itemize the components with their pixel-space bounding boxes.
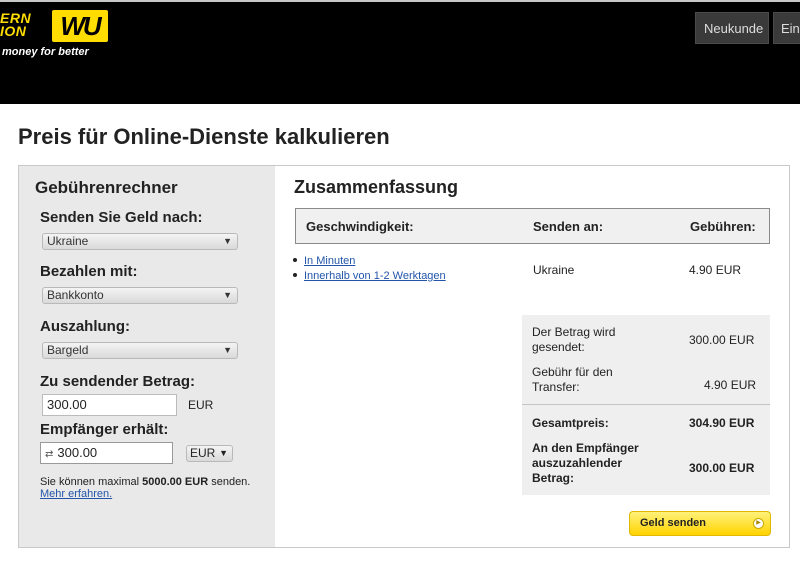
wu-logo-icon[interactable]: WU [52,10,108,42]
receiver-currency-select[interactable]: EUR ▼ [186,445,233,462]
speed-options: In Minuten Innerhalb von 1-2 Werktagen [293,255,446,285]
col-fees: Gebühren: [690,219,756,234]
summary-title: Zusammenfassung [294,177,459,197]
list-item: Innerhalb von 1-2 Werktagen [293,270,446,285]
transfer-fee-value: 4.90 EUR [704,378,757,392]
new-customer-button[interactable]: Neukunde [695,12,769,44]
divider [522,404,770,405]
payout-label: Auszahlung: [40,318,130,335]
chevron-down-icon: ▼ [219,448,228,458]
speed-option-link[interactable]: In Minuten [304,255,355,267]
receiver-label: Empfänger erhält: [40,421,169,438]
sent-amount-label: Der Betrag wird gesendet: [532,325,616,354]
cost-breakdown: Der Betrag wird gesendet: 300.00 EUR Geb… [522,315,770,495]
bullet-icon [293,258,297,263]
chevron-down-icon: ▼ [223,345,232,355]
header-top-line [0,0,800,2]
tagline: money for better [2,46,89,58]
chevron-down-icon: ▼ [223,236,232,246]
col-send-to: Senden an: [533,219,604,234]
destination-country: Ukraine [533,263,575,277]
chevron-down-icon: ▼ [223,290,232,300]
col-speed: Geschwindigkeit: [306,219,414,234]
send-to-select[interactable]: Ukraine ▼ [42,233,238,250]
page-title: Preis für Online-Dienste kalkulieren [18,124,390,149]
send-to-label: Senden Sie Geld nach: [40,209,203,226]
amount-currency: EUR [188,398,214,412]
calculator-title: Gebührenrechner [35,178,178,197]
learn-more-link[interactable]: Mehr erfahren. [40,488,112,500]
payout-amount-value: 300.00 EUR [689,461,755,475]
amount-label: Zu sendender Betrag: [40,373,196,390]
send-money-button[interactable]: Geld senden ▶ [629,511,771,536]
total-value: 304.90 EUR [689,416,755,430]
summary-header-row: Geschwindigkeit: Senden an: Gebühren: [295,208,770,244]
payout-amount-label: An den Empfänger auszuzahlender Betrag: [532,441,639,485]
receiver-amount-input[interactable]: ⇄ 300.00 [40,442,173,464]
fee-calculator: Gebührenrechner Senden Sie Geld nach: Uk… [19,166,275,547]
list-item: In Minuten [293,255,446,270]
limit-note: Sie können maximal 5000.00 EUR senden. M… [40,476,251,500]
transfer-fee-label: Gebühr für den Transfer: [532,365,613,394]
pay-with-select[interactable]: Bankkonto ▼ [42,287,238,304]
calculator-panel: Gebührenrechner Senden Sie Geld nach: Uk… [18,165,790,548]
speed-option-link[interactable]: Innerhalb von 1-2 Werktagen [304,270,446,282]
sent-amount-value: 300.00 EUR [689,333,755,347]
arrow-right-icon: ▶ [753,518,764,529]
bullet-icon [293,273,297,278]
fee-value: 4.90 EUR [689,263,742,277]
site-header: ERN ION WU money for better Neukunde Ein [0,0,800,104]
swap-icon: ⇄ [45,449,54,460]
total-label: Gesamtpreis: [532,416,609,430]
amount-input[interactable]: 300.00 [42,394,177,416]
pay-with-label: Bezahlen mit: [40,263,138,280]
payout-select[interactable]: Bargeld ▼ [42,342,238,359]
login-button[interactable]: Ein [773,12,800,44]
